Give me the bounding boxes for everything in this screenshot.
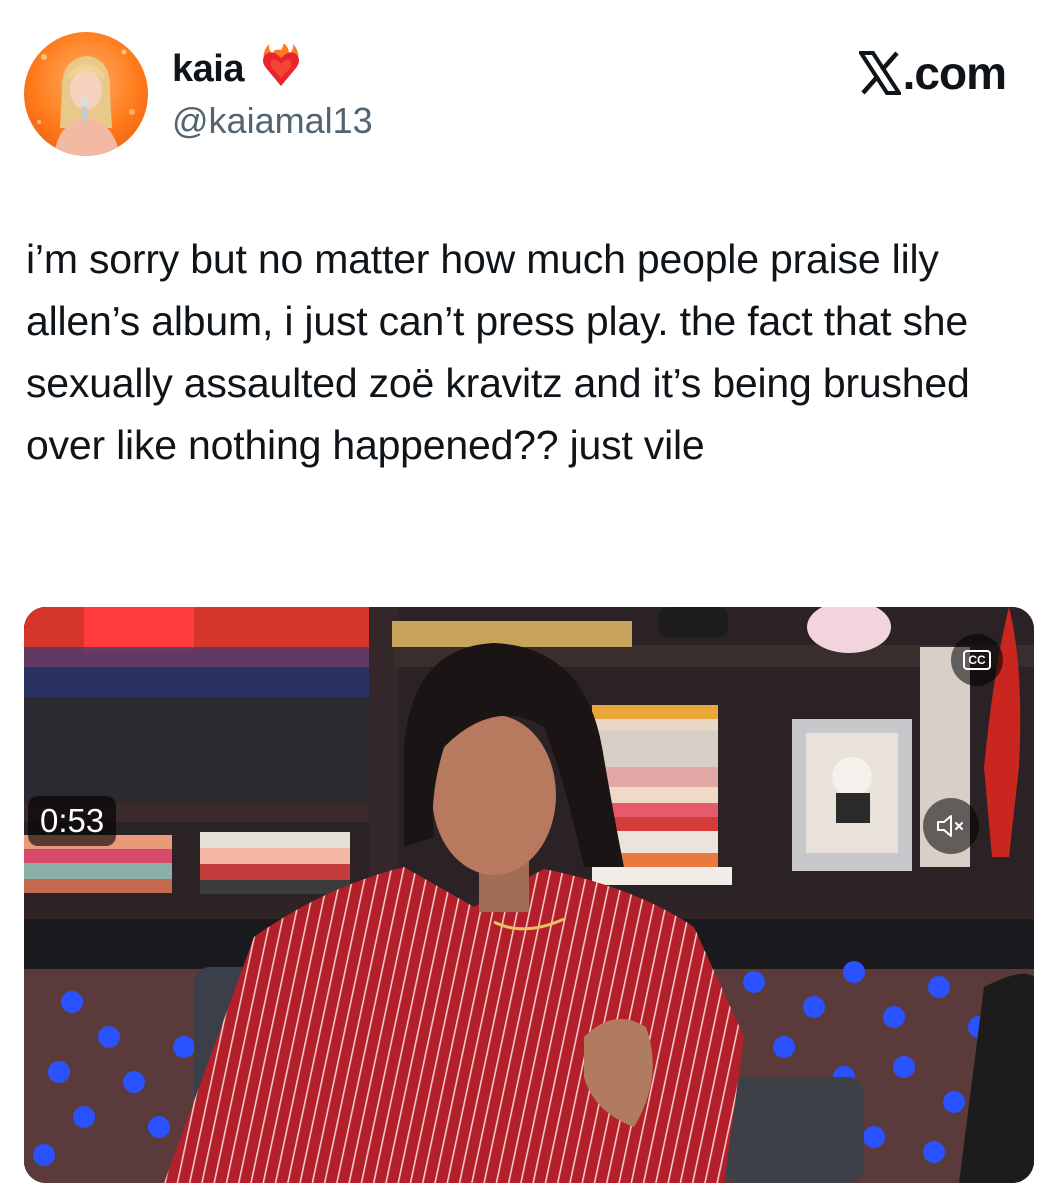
tweet-header: kaia @kaiamal13 .com [0,0,1058,170]
tweet-text: i’m sorry but no matter how much people … [26,236,970,468]
video-duration-badge: 0:53 [28,796,117,846]
captions-button[interactable]: CC [951,634,1003,686]
video-frame [24,607,1034,1183]
brand-domain: .com [902,47,1007,99]
closed-captions-icon: CC [963,650,991,670]
avatar-photo [37,49,135,156]
avatar[interactable] [24,32,148,156]
x-logo-icon [858,51,901,95]
brand-label: .com [858,46,1007,100]
heart-on-fire-icon [263,44,299,86]
speaker-muted-icon [937,815,963,837]
video-player[interactable]: CC [24,607,1034,1183]
mute-button[interactable] [923,798,979,854]
user-handle[interactable]: @kaiamal13 [172,100,373,142]
display-name[interactable]: kaia [172,48,244,91]
